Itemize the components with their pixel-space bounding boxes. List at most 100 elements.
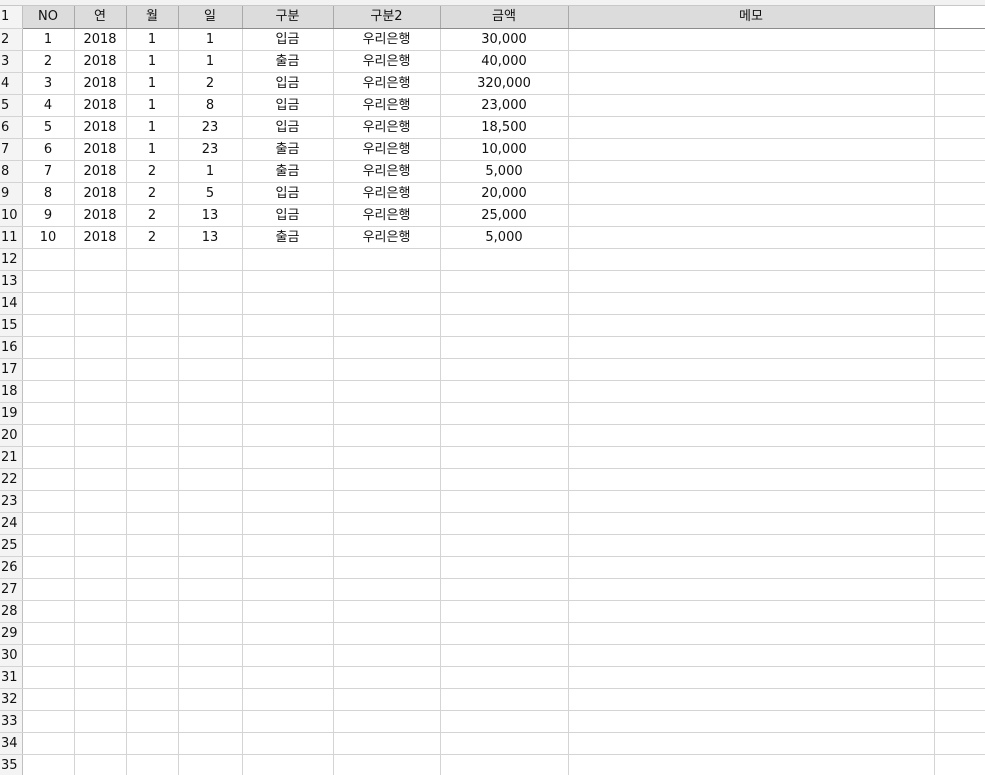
cell-day[interactable] xyxy=(178,336,243,359)
row-header[interactable]: 33 xyxy=(0,710,23,733)
cell-memo[interactable] xyxy=(568,72,935,95)
cell-no[interactable]: 9 xyxy=(22,204,75,227)
cell-memo[interactable] xyxy=(568,490,935,513)
cell-year[interactable] xyxy=(74,556,127,579)
row-header[interactable]: 7 xyxy=(0,138,23,161)
cell-no[interactable]: 1 xyxy=(22,28,75,51)
cell-month[interactable] xyxy=(126,468,179,491)
cell-no[interactable]: 5 xyxy=(22,116,75,139)
cell-amount[interactable]: 25,000 xyxy=(440,204,569,227)
cell-empty[interactable] xyxy=(934,688,985,711)
cell-amount[interactable]: 5,000 xyxy=(440,226,569,249)
cell-memo[interactable] xyxy=(568,314,935,337)
cell-amount[interactable] xyxy=(440,622,569,645)
cell-type[interactable] xyxy=(242,666,334,689)
cell-type2[interactable]: 우리은행 xyxy=(333,182,441,205)
cell-month[interactable] xyxy=(126,688,179,711)
row-header[interactable]: 29 xyxy=(0,622,23,645)
cell-no[interactable] xyxy=(22,358,75,381)
cell-day[interactable] xyxy=(178,512,243,535)
cell-no[interactable] xyxy=(22,732,75,755)
cell-no[interactable] xyxy=(22,622,75,645)
cell-day[interactable] xyxy=(178,556,243,579)
cell-empty[interactable] xyxy=(934,534,985,557)
cell-type[interactable] xyxy=(242,248,334,271)
cell-type2[interactable]: 우리은행 xyxy=(333,160,441,183)
row-header[interactable]: 12 xyxy=(0,248,23,271)
cell-year[interactable] xyxy=(74,424,127,447)
cell-type2[interactable] xyxy=(333,710,441,733)
cell-no[interactable] xyxy=(22,754,75,775)
row-header[interactable]: 19 xyxy=(0,402,23,425)
cell-amount[interactable] xyxy=(440,688,569,711)
cell-amount[interactable] xyxy=(440,754,569,775)
cell-month[interactable] xyxy=(126,622,179,645)
cell-no[interactable] xyxy=(22,248,75,271)
column-header-month[interactable]: 월 xyxy=(126,6,179,29)
row-header[interactable]: 22 xyxy=(0,468,23,491)
cell-amount[interactable] xyxy=(440,600,569,623)
cell-empty[interactable] xyxy=(934,446,985,469)
cell-type2[interactable] xyxy=(333,468,441,491)
cell-type2[interactable] xyxy=(333,270,441,293)
row-header[interactable]: 3 xyxy=(0,50,23,73)
cell-month[interactable]: 1 xyxy=(126,116,179,139)
cell-empty[interactable] xyxy=(934,248,985,271)
cell-type2[interactable] xyxy=(333,314,441,337)
cell-amount[interactable]: 40,000 xyxy=(440,50,569,73)
cell-no[interactable] xyxy=(22,292,75,315)
cell-type2[interactable] xyxy=(333,534,441,557)
cell-amount[interactable] xyxy=(440,534,569,557)
cell-month[interactable] xyxy=(126,358,179,381)
cell-amount[interactable] xyxy=(440,336,569,359)
cell-memo[interactable] xyxy=(568,732,935,755)
cell-year[interactable] xyxy=(74,512,127,535)
cell-year[interactable] xyxy=(74,358,127,381)
row-header[interactable]: 26 xyxy=(0,556,23,579)
cell-type[interactable]: 출금 xyxy=(242,138,334,161)
cell-no[interactable]: 7 xyxy=(22,160,75,183)
cell-empty[interactable] xyxy=(934,94,985,117)
cell-type2[interactable]: 우리은행 xyxy=(333,50,441,73)
cell-year[interactable] xyxy=(74,578,127,601)
cell-day[interactable]: 5 xyxy=(178,182,243,205)
cell-no[interactable] xyxy=(22,666,75,689)
cell-day[interactable] xyxy=(178,534,243,557)
row-header[interactable]: 20 xyxy=(0,424,23,447)
cell-year[interactable]: 2018 xyxy=(74,28,127,51)
row-header[interactable]: 30 xyxy=(0,644,23,667)
cell-type2[interactable] xyxy=(333,490,441,513)
cell-day[interactable] xyxy=(178,358,243,381)
cell-month[interactable] xyxy=(126,292,179,315)
cell-day[interactable]: 8 xyxy=(178,94,243,117)
row-header[interactable]: 16 xyxy=(0,336,23,359)
cell-empty[interactable] xyxy=(934,72,985,95)
cell-type2[interactable] xyxy=(333,644,441,667)
cell-empty[interactable] xyxy=(934,578,985,601)
row-header[interactable]: 9 xyxy=(0,182,23,205)
cell-type2[interactable] xyxy=(333,688,441,711)
cell-day[interactable]: 13 xyxy=(178,226,243,249)
cell-day[interactable] xyxy=(178,468,243,491)
cell-amount[interactable] xyxy=(440,666,569,689)
cell-no[interactable] xyxy=(22,556,75,579)
row-header[interactable]: 35 xyxy=(0,754,23,775)
cell-type[interactable] xyxy=(242,644,334,667)
cell-year[interactable]: 2018 xyxy=(74,116,127,139)
cell-day[interactable] xyxy=(178,644,243,667)
cell-year[interactable] xyxy=(74,490,127,513)
cell-month[interactable]: 1 xyxy=(126,28,179,51)
cell-empty[interactable] xyxy=(934,270,985,293)
cell-year[interactable]: 2018 xyxy=(74,50,127,73)
cell-empty[interactable] xyxy=(934,424,985,447)
cell-no[interactable]: 2 xyxy=(22,50,75,73)
row-header[interactable]: 6 xyxy=(0,116,23,139)
cell-year[interactable] xyxy=(74,292,127,315)
cell-day[interactable]: 1 xyxy=(178,50,243,73)
cell-memo[interactable] xyxy=(568,116,935,139)
cell-memo[interactable] xyxy=(568,644,935,667)
cell-year[interactable] xyxy=(74,534,127,557)
cell-no[interactable] xyxy=(22,644,75,667)
cell-no[interactable] xyxy=(22,336,75,359)
cell-type2[interactable] xyxy=(333,248,441,271)
